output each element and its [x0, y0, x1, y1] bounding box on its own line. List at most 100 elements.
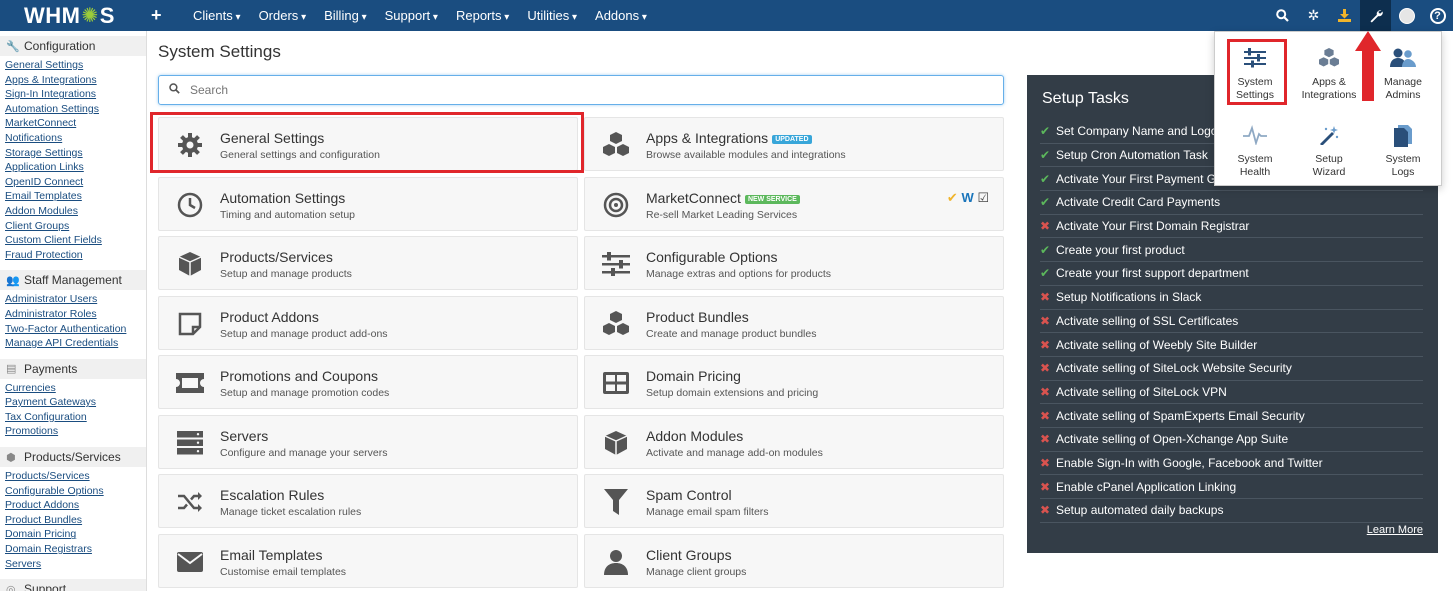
sidebar-link[interactable]: Domain Pricing — [5, 527, 146, 542]
sidebar-link[interactable]: Products/Services — [5, 469, 146, 484]
sidebar-link[interactable]: MarketConnect — [5, 116, 146, 131]
nav-reports[interactable]: Reports — [456, 8, 509, 23]
tile-domain-pricing[interactable]: Domain Pricing Setup domain extensions a… — [584, 355, 1004, 409]
dropdown-system-health[interactable]: System Health — [1218, 125, 1292, 178]
nav-addons[interactable]: Addons — [595, 8, 647, 23]
tile-subtitle: Manage extras and options for products — [646, 268, 832, 280]
sidebar-link[interactable]: Tax Configuration — [5, 410, 146, 425]
tile-promotions-coupons[interactable]: Promotions and Coupons Setup and manage … — [158, 355, 578, 409]
setup-task-item[interactable]: ✖ Enable Sign-In with Google, Facebook an… — [1040, 452, 1423, 476]
sidebar-link[interactable]: Email Templates — [5, 189, 146, 204]
tile-subtitle: Setup domain extensions and pricing — [646, 387, 819, 399]
tile-product-bundles[interactable]: Product Bundles Create and manage produc… — [584, 296, 1004, 350]
setup-task-item[interactable]: ✔ Create your first support department — [1040, 262, 1423, 286]
sidebar-link[interactable]: Domain Registrars — [5, 542, 146, 557]
heartbeat-icon — [1218, 125, 1292, 149]
dropdown-system-logs[interactable]: System Logs — [1366, 125, 1440, 178]
search-input[interactable] — [190, 83, 970, 97]
quick-add-button[interactable]: + — [151, 5, 175, 26]
sidebar-link[interactable]: Sign-In Integrations — [5, 87, 146, 102]
sidebar-link[interactable]: Client Groups — [5, 219, 146, 234]
search-icon — [169, 83, 180, 97]
sidebar-link[interactable]: Product Addons — [5, 498, 146, 513]
tile-product-addons[interactable]: Product Addons Setup and manage product … — [158, 296, 578, 350]
setup-task-item[interactable]: ✖ Activate selling of Weebly Site Builder — [1040, 333, 1423, 357]
tile-title: Configurable Options — [646, 249, 778, 265]
tile-email-templates[interactable]: Email Templates Customise email template… — [158, 534, 578, 588]
setup-task-item[interactable]: ✖ Activate selling of SpamExperts Email S… — [1040, 404, 1423, 428]
tile-marketconnect[interactable]: MarketConnect NEW SERVICE Re-sell Market … — [584, 177, 1004, 231]
weebly-logo-icon: W — [961, 190, 974, 205]
sidebar-link[interactable]: Two-Factor Authentication — [5, 322, 146, 337]
check-icon: ✔ — [1040, 171, 1051, 186]
sidebar-link[interactable]: Payment Gateways — [5, 395, 146, 410]
download-icon[interactable] — [1329, 0, 1360, 31]
sidebar-link[interactable]: Configurable Options — [5, 484, 146, 499]
sidebar-link[interactable]: Storage Settings — [5, 146, 146, 161]
cogs-icon[interactable]: ✲ — [1298, 0, 1329, 31]
search-icon[interactable] — [1267, 0, 1298, 31]
dropdown-setup-wizard[interactable]: Setup Wizard — [1292, 125, 1366, 178]
sidebar-link[interactable]: Administrator Roles — [5, 307, 146, 322]
setup-task-item[interactable]: ✖ Activate Your First Domain Registrar — [1040, 215, 1423, 239]
sidebar-link[interactable]: Application Links — [5, 160, 146, 175]
setup-task-item[interactable]: ✖ Activate selling of SSL Certificates — [1040, 310, 1423, 334]
sidebar-link[interactable]: Addon Modules — [5, 204, 146, 219]
setup-task-item[interactable]: ✖ Activate selling of SiteLock Website Se… — [1040, 357, 1423, 381]
sidebar-link[interactable]: Custom Client Fields — [5, 233, 146, 248]
tile-subtitle: Manage email spam filters — [646, 506, 769, 518]
sidebar-link[interactable]: Administrator Users — [5, 292, 146, 307]
sidebar-link[interactable]: Apps & Integrations — [5, 73, 146, 88]
setup-task-item[interactable]: ✔ Activate Credit Card Payments — [1040, 191, 1423, 215]
nav-clients[interactable]: Clients — [193, 8, 241, 23]
sidebar-link[interactable]: General Settings — [5, 58, 146, 73]
sidebar-link[interactable]: Fraud Protection — [5, 248, 146, 263]
help-icon[interactable]: ? — [1422, 0, 1453, 31]
tile-title: Promotions and Coupons — [220, 368, 378, 384]
tile-automation-settings[interactable]: Automation Settings Timing and automatio… — [158, 177, 578, 231]
sidebar-link[interactable]: Currencies — [5, 381, 146, 396]
setup-task-label: Activate Credit Card Payments — [1056, 195, 1221, 210]
learn-more-link[interactable]: Learn More — [1367, 524, 1423, 536]
top-navbar: WHM✺S + Clients Orders Billing Support R… — [0, 0, 1453, 31]
tile-products-services[interactable]: Products/Services Setup and manage produ… — [158, 236, 578, 290]
sidebar: 🔧 Configuration General Settings Apps & I… — [0, 31, 147, 591]
tile-servers[interactable]: Servers Configure and manage your server… — [158, 415, 578, 469]
sidebar-link[interactable]: Product Bundles — [5, 513, 146, 528]
sidebar-link[interactable]: Manage API Credentials — [5, 336, 146, 351]
dropdown-manage-admins[interactable]: Manage Admins — [1366, 48, 1440, 101]
nav-billing[interactable]: Billing — [324, 8, 367, 23]
setup-task-item[interactable]: ✖ Setup automated daily backups — [1040, 499, 1423, 523]
setup-task-item[interactable]: ✖ Activate selling of Open-Xchange App Su… — [1040, 428, 1423, 452]
sidebar-link[interactable]: Automation Settings — [5, 102, 146, 117]
tile-escalation-rules[interactable]: Escalation Rules Manage ticket escalatio… — [158, 474, 578, 528]
tile-title: Automation Settings — [220, 190, 346, 206]
nav-utilities[interactable]: Utilities — [527, 8, 577, 23]
tile-title: Product Bundles — [646, 309, 749, 325]
nav-orders[interactable]: Orders — [259, 8, 307, 23]
sidebar-section-payments: ▤ Payments — [0, 358, 146, 379]
nav-support[interactable]: Support — [385, 8, 438, 23]
setup-task-item[interactable]: ✖ Enable cPanel Application Linking — [1040, 475, 1423, 499]
tile-subtitle: Timing and automation setup — [220, 209, 356, 221]
tile-spam-control[interactable]: Spam Control Manage email spam filters — [584, 474, 1004, 528]
whmcs-logo[interactable]: WHM ✺ S — [24, 3, 134, 29]
dropdown-apps-integrations[interactable]: Apps & Integrations — [1292, 48, 1366, 101]
sidebar-link[interactable]: Notifications — [5, 131, 146, 146]
setup-task-item[interactable]: ✖ Setup Notifications in Slack — [1040, 286, 1423, 310]
search-box[interactable] — [158, 75, 1004, 105]
tile-apps-integrations[interactable]: Apps & Integrations UPDATED Browse availa… — [584, 117, 1004, 171]
user-avatar[interactable] — [1391, 0, 1422, 31]
setup-task-item[interactable]: ✔ Create your first product — [1040, 238, 1423, 263]
sidebar-link[interactable]: Servers — [5, 557, 146, 572]
setup-task-label: Enable Sign-In with Google, Facebook and… — [1056, 455, 1323, 470]
setup-task-item[interactable]: ✖ Activate selling of SiteLock VPN — [1040, 381, 1423, 405]
tile-client-groups[interactable]: Client Groups Manage client groups — [584, 534, 1004, 588]
tile-addon-modules[interactable]: Addon Modules Activate and manage add-on… — [584, 415, 1004, 469]
sidebar-link[interactable]: OpenID Connect — [5, 175, 146, 190]
times-icon: ✖ — [1040, 479, 1051, 494]
tile-subtitle: Re-sell Market Leading Services — [646, 209, 798, 221]
tile-configurable-options[interactable]: Configurable Options Manage extras and o… — [584, 236, 1004, 290]
wrench-icon[interactable] — [1360, 0, 1391, 31]
sidebar-link[interactable]: Promotions — [5, 424, 146, 439]
